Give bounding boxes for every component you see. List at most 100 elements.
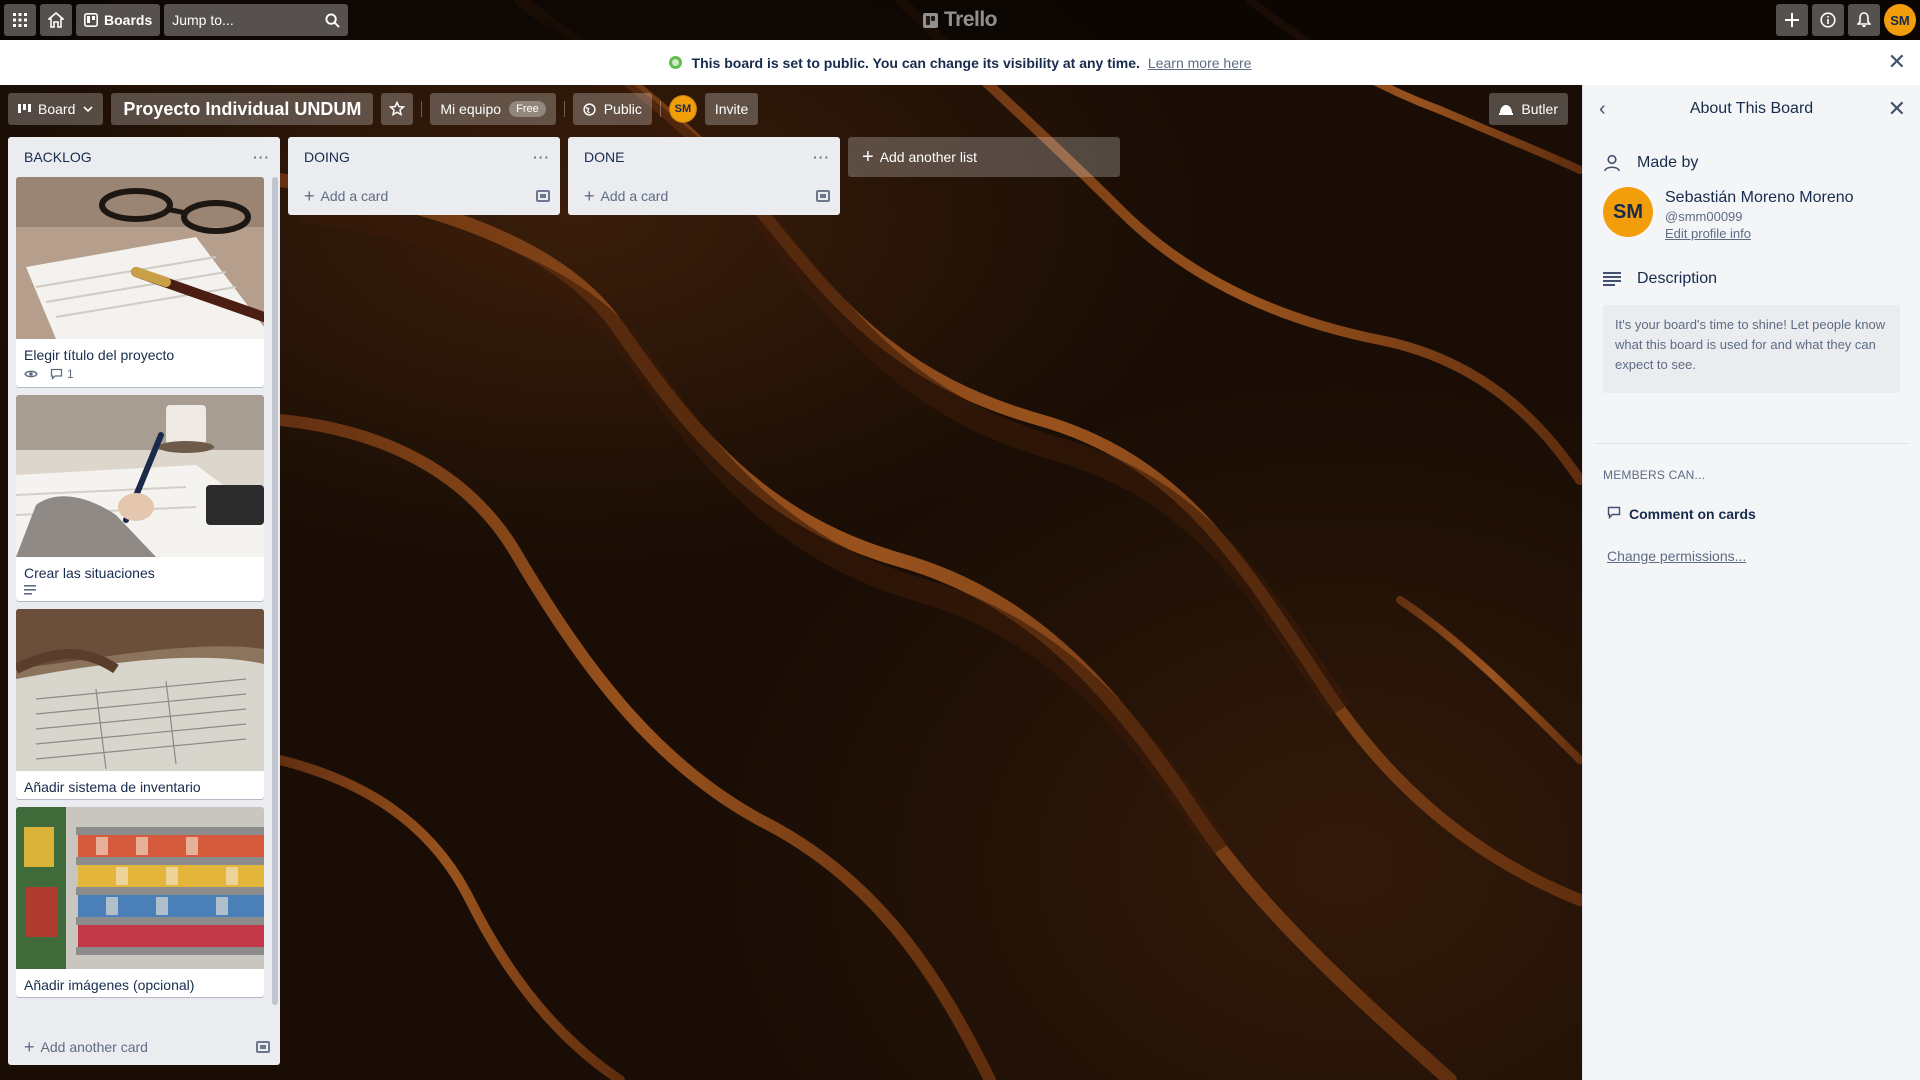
comments-count: 1	[67, 367, 74, 381]
description-editor[interactable]: It's your board's time to shine! Let peo…	[1603, 305, 1900, 393]
top-header: Boards Jump to... Trello SM	[0, 0, 1920, 40]
search-placeholder: Jump to...	[172, 12, 234, 28]
card-template-icon[interactable]	[256, 1041, 270, 1053]
header-divider	[563, 101, 565, 117]
add-list-button[interactable]: + Add another list	[848, 137, 1120, 177]
permission-label: Comment on cards	[1629, 506, 1756, 522]
butler-bell-icon	[1499, 105, 1514, 115]
edit-profile-link[interactable]: Edit profile info	[1665, 226, 1854, 241]
search-icon	[325, 12, 340, 28]
info-icon	[1820, 12, 1836, 28]
add-card-label: Add a card	[600, 188, 669, 204]
learn-more-link[interactable]: Learn more here	[1148, 55, 1252, 71]
trello-logo-icon	[922, 12, 938, 28]
list-scrollbar[interactable]	[272, 177, 278, 1005]
comment-icon	[1607, 506, 1621, 522]
apps-button[interactable]	[4, 4, 36, 36]
back-chevron-icon[interactable]: ‹	[1599, 98, 1606, 121]
list-title[interactable]: DONE	[584, 149, 624, 165]
members-can-heading: MEMBERS CAN...	[1603, 468, 1706, 482]
description-heading: Description	[1583, 259, 1920, 299]
team-plan-badge: Free	[509, 101, 546, 117]
eye-icon	[24, 370, 38, 378]
board-view-icon	[18, 104, 31, 113]
card-cover-image	[16, 807, 264, 969]
board-title[interactable]: Proyecto Individual UNDUM	[111, 93, 374, 125]
notice-message: This board is set to public. You can cha…	[691, 54, 1140, 71]
list-header[interactable]: DONE ···	[568, 137, 840, 177]
sidebar-header: ‹ About This Board ✕	[1583, 85, 1920, 133]
butler-button[interactable]: Butler	[1489, 93, 1568, 125]
made-by-heading: Made by	[1583, 143, 1920, 183]
list-title[interactable]: BACKLOG	[24, 149, 92, 165]
card-title: Crear las situaciones	[24, 565, 155, 581]
list-title[interactable]: DOING	[304, 149, 350, 165]
invite-button[interactable]: Invite	[704, 93, 759, 125]
writing-hand-image	[16, 395, 264, 557]
list-header[interactable]: BACKLOG ···	[8, 137, 280, 177]
team-label: Mi equipo	[440, 101, 502, 117]
card-template-icon[interactable]	[816, 190, 830, 202]
user-avatar[interactable]: SM	[1884, 4, 1916, 36]
card[interactable]: Añadir sistema de inventario	[16, 609, 264, 799]
add-card-composer[interactable]: + Add another card	[8, 1029, 280, 1065]
description-icon	[24, 585, 36, 595]
board-lists: BACKLOG ··· Elegir título del proyecto 1…	[8, 137, 1120, 1065]
creator-handle: @smm00099	[1665, 209, 1743, 224]
board-header: Board Proyecto Individual UNDUM Mi equip…	[0, 85, 1582, 133]
bell-icon	[1857, 12, 1871, 27]
notifications-button[interactable]	[1848, 4, 1880, 36]
boards-icon	[84, 13, 98, 27]
add-card-label: Add a card	[320, 188, 389, 204]
person-icon	[1603, 154, 1623, 172]
card-cover-image	[16, 609, 264, 771]
close-notice-icon[interactable]: ✕	[1888, 51, 1906, 73]
globe-icon	[668, 56, 682, 69]
permission-item: Comment on cards	[1583, 506, 1920, 522]
card-template-icon[interactable]	[536, 190, 550, 202]
plus-icon	[1785, 13, 1799, 27]
add-card-label: Add another card	[40, 1039, 148, 1055]
boards-button[interactable]: Boards	[76, 4, 161, 36]
public-board-notice: This board is set to public. You can cha…	[0, 40, 1920, 85]
chevron-down-icon	[83, 106, 93, 112]
apps-grid-icon	[13, 13, 27, 27]
plus-icon: +	[24, 1037, 35, 1057]
info-button[interactable]	[1812, 4, 1844, 36]
header-actions: SM	[1772, 4, 1916, 36]
trello-logo[interactable]: Trello	[922, 8, 998, 32]
butler-label: Butler	[1521, 101, 1558, 117]
star-icon	[389, 101, 406, 116]
ledger-image	[16, 609, 264, 771]
trello-logo-text: Trello	[943, 8, 998, 31]
made-by-label: Made by	[1637, 154, 1699, 171]
visibility-label: Public	[603, 101, 642, 117]
add-card-composer[interactable]: + Add a card	[288, 177, 560, 215]
close-sidebar-icon[interactable]: ✕	[1888, 96, 1906, 122]
description-badge	[24, 585, 36, 595]
member-avatar[interactable]: SM	[668, 95, 697, 123]
home-button[interactable]	[40, 4, 72, 36]
visibility-button[interactable]: Public	[572, 93, 652, 125]
card-container: Elegir título del proyecto 1 Crear las s…	[8, 177, 280, 1029]
change-permissions-link[interactable]: Change permissions...	[1583, 548, 1920, 564]
list-backlog: BACKLOG ··· Elegir título del proyecto 1…	[8, 137, 280, 1065]
search-input[interactable]: Jump to...	[164, 4, 349, 36]
board-view-switcher[interactable]: Board	[8, 93, 104, 125]
card[interactable]: Añadir imágenes (opcional)	[16, 807, 264, 997]
list-header[interactable]: DOING ···	[288, 137, 560, 177]
create-button[interactable]	[1776, 4, 1808, 36]
list-menu-icon[interactable]: ···	[533, 149, 550, 165]
team-button[interactable]: Mi equipo Free	[430, 93, 556, 125]
card[interactable]: Crear las situaciones	[16, 395, 264, 601]
star-board-button[interactable]	[381, 93, 414, 125]
add-card-composer[interactable]: + Add a card	[568, 177, 840, 215]
board-creator: SM Sebastián Moreno Moreno @smm00099 Edi…	[1583, 183, 1920, 245]
globe-icon	[583, 102, 596, 116]
description-icon	[1603, 272, 1623, 286]
list-menu-icon[interactable]: ···	[253, 149, 270, 165]
card-badges	[16, 585, 264, 601]
list-menu-icon[interactable]: ···	[813, 149, 830, 165]
card[interactable]: Elegir título del proyecto 1	[16, 177, 264, 387]
creator-avatar[interactable]: SM	[1603, 187, 1653, 237]
